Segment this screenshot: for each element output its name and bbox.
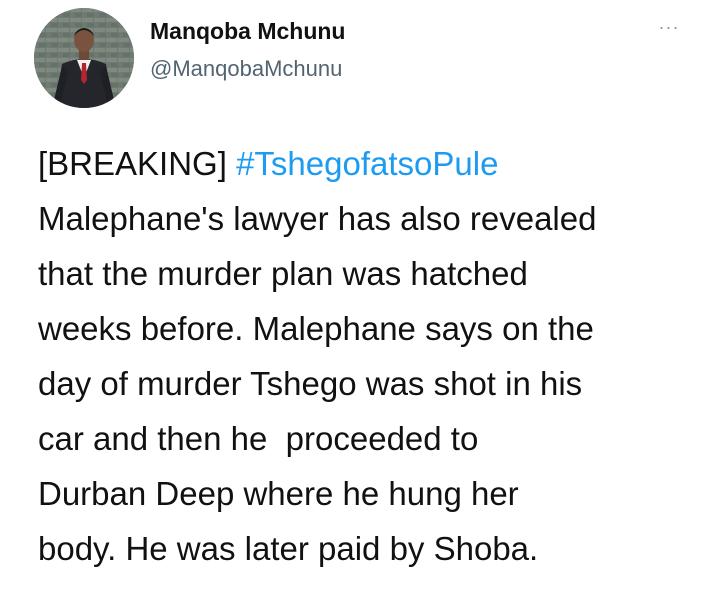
tweet-line: body. He was later paid by Shoba. bbox=[38, 530, 539, 567]
tweet-text: [BREAKING] #TshegofatsoPule Malephane's … bbox=[38, 136, 708, 576]
tweet-line: day of murder Tshego was shot in his bbox=[38, 365, 583, 402]
tweet-line: weeks before. Malephane says on the bbox=[38, 310, 594, 347]
author-name[interactable]: Manqoba Mchunu bbox=[150, 18, 345, 45]
tweet-line: Durban Deep where he hung her bbox=[38, 475, 519, 512]
tweet-line: Malephane's lawyer has also revealed bbox=[38, 200, 597, 237]
more-options-icon[interactable]: ··· bbox=[654, 18, 684, 36]
avatar-photo bbox=[34, 8, 134, 108]
hashtag-link[interactable]: #TshegofatsoPule bbox=[236, 145, 498, 182]
breaking-tag: [BREAKING] bbox=[38, 145, 237, 182]
tweet-line: that the murder plan was hatched bbox=[38, 255, 528, 292]
author-handle[interactable]: @ManqobaMchunu bbox=[150, 56, 342, 82]
tweet-card: Manqoba Mchunu @ManqobaMchunu ··· [BREAK… bbox=[0, 0, 720, 596]
tweet-line: car and then he proceeded to bbox=[38, 420, 479, 457]
avatar[interactable] bbox=[34, 8, 134, 108]
tweet-line-first: [BREAKING] #TshegofatsoPule bbox=[38, 136, 708, 191]
